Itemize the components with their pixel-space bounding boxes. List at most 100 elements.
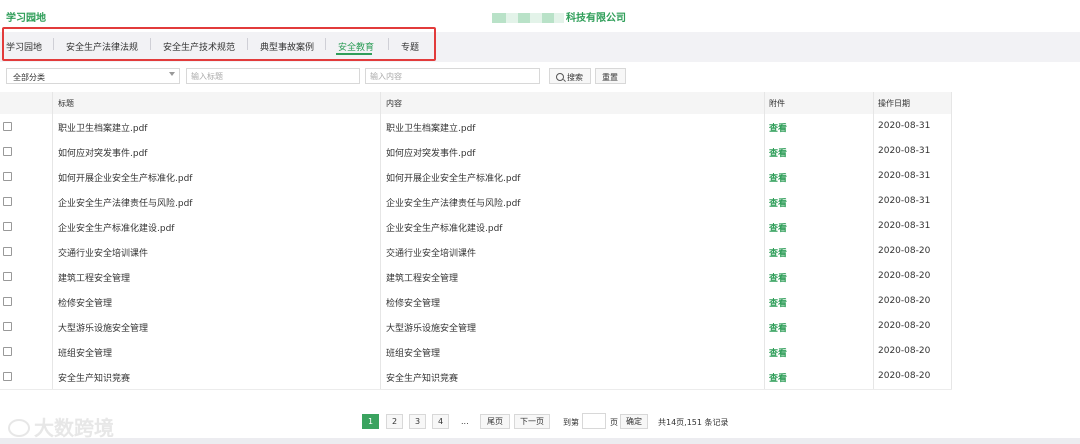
- column-divider: [380, 92, 381, 389]
- table-row[interactable]: 企业安全生产法律责任与风险.pdf 企业安全生产法律责任与风险.pdf 查看 2…: [0, 189, 952, 215]
- column-divider: [764, 92, 765, 389]
- row-checkbox[interactable]: [3, 122, 12, 131]
- tab-divider: [150, 38, 151, 50]
- table-row[interactable]: 交通行业安全培训课件 交通行业安全培训课件 查看 2020-08-20: [0, 239, 952, 265]
- page-button-4[interactable]: 4: [432, 414, 449, 429]
- goto-confirm-button[interactable]: 确定: [620, 414, 648, 429]
- view-attachment-link[interactable]: 查看: [769, 221, 787, 234]
- view-attachment-link[interactable]: 查看: [769, 196, 787, 209]
- page-button-2[interactable]: 2: [386, 414, 403, 429]
- row-date: 2020-08-31: [878, 221, 931, 231]
- watermark: 大数跨境: [8, 412, 148, 440]
- table-row[interactable]: 如何应对突发事件.pdf 如何应对突发事件.pdf 查看 2020-08-31: [0, 139, 952, 165]
- row-checkbox[interactable]: [3, 172, 12, 181]
- view-attachment-link[interactable]: 查看: [769, 271, 787, 284]
- table-row[interactable]: 职业卫生档案建立.pdf 职业卫生档案建立.pdf 查看 2020-08-31: [0, 114, 952, 140]
- row-checkbox[interactable]: [3, 297, 12, 306]
- table-row[interactable]: 企业安全生产标准化建设.pdf 企业安全生产标准化建设.pdf 查看 2020-…: [0, 214, 952, 240]
- row-content: 建筑工程安全管理: [386, 274, 459, 284]
- tab-topics[interactable]: 专题: [401, 40, 419, 53]
- pagination-summary: 共14页,151 条记录: [658, 418, 729, 427]
- view-attachment-link[interactable]: 查看: [769, 146, 787, 159]
- top-bar: 学习园地 科技有限公司: [0, 0, 1080, 32]
- table-header: 标题 内容 附件 操作日期: [0, 92, 952, 115]
- row-checkbox[interactable]: [3, 347, 12, 356]
- column-header-content[interactable]: 内容: [386, 98, 402, 109]
- search-button[interactable]: 搜索: [549, 68, 591, 84]
- table-row[interactable]: 安全生产知识竞赛 安全生产知识竞赛 查看 2020-08-20: [0, 364, 952, 390]
- tab-typical-accidents[interactable]: 典型事故案例: [260, 40, 314, 53]
- row-checkbox[interactable]: [3, 372, 12, 381]
- search-button-label: 搜索: [567, 73, 583, 82]
- view-attachment-link[interactable]: 查看: [769, 171, 787, 184]
- content-search-input[interactable]: [365, 68, 540, 84]
- row-checkbox[interactable]: [3, 222, 12, 231]
- table-row[interactable]: 检修安全管理 检修安全管理 查看 2020-08-20: [0, 289, 952, 315]
- row-title: 企业安全生产标准化建设.pdf: [58, 224, 175, 234]
- row-checkbox[interactable]: [3, 197, 12, 206]
- pagination-ellipsis: ...: [461, 417, 469, 426]
- category-select-value: 全部分类: [13, 73, 45, 82]
- title-search-input[interactable]: [186, 68, 360, 84]
- row-date: 2020-08-20: [878, 371, 931, 381]
- view-attachment-link[interactable]: 查看: [769, 321, 787, 334]
- column-header-attachment[interactable]: 附件: [769, 98, 785, 109]
- column-divider: [873, 92, 874, 389]
- category-select[interactable]: 全部分类: [6, 68, 180, 84]
- next-page-button[interactable]: 下一页: [514, 414, 550, 429]
- search-icon: [556, 73, 564, 81]
- column-divider: [951, 92, 952, 389]
- view-attachment-link[interactable]: 查看: [769, 371, 787, 384]
- view-attachment-link[interactable]: 查看: [769, 346, 787, 359]
- row-title: 职业卫生档案建立.pdf: [58, 124, 148, 134]
- row-content: 安全生产知识竞赛: [386, 374, 459, 384]
- view-attachment-link[interactable]: 查看: [769, 121, 787, 134]
- table-row[interactable]: 建筑工程安全管理 建筑工程安全管理 查看 2020-08-20: [0, 264, 952, 290]
- row-date: 2020-08-31: [878, 146, 931, 156]
- row-title: 建筑工程安全管理: [58, 274, 131, 284]
- row-date: 2020-08-20: [878, 321, 931, 331]
- row-checkbox[interactable]: [3, 272, 12, 281]
- row-date: 2020-08-20: [878, 271, 931, 281]
- row-checkbox[interactable]: [3, 147, 12, 156]
- bottom-divider: [0, 438, 1080, 444]
- row-content: 交通行业安全培训课件: [386, 249, 477, 259]
- row-title: 大型游乐设施安全管理: [58, 324, 149, 334]
- row-content: 职业卫生档案建立.pdf: [386, 124, 476, 134]
- goto-page-input[interactable]: [582, 413, 606, 429]
- row-title: 安全生产知识竞赛: [58, 374, 131, 384]
- row-checkbox[interactable]: [3, 247, 12, 256]
- tab-safety-education[interactable]: 安全教育: [338, 40, 374, 53]
- row-title: 企业安全生产法律责任与风险.pdf: [58, 199, 193, 209]
- row-checkbox[interactable]: [3, 322, 12, 331]
- page-button-1[interactable]: 1: [362, 414, 379, 429]
- tab-study-garden[interactable]: 学习园地: [6, 40, 42, 53]
- row-content: 企业安全生产标准化建设.pdf: [386, 224, 503, 234]
- row-content: 检修安全管理: [386, 299, 441, 309]
- table-row[interactable]: 大型游乐设施安全管理 大型游乐设施安全管理 查看 2020-08-20: [0, 314, 952, 340]
- redacted-company-name: [492, 13, 564, 23]
- row-date: 2020-08-31: [878, 196, 931, 206]
- row-date: 2020-08-20: [878, 296, 931, 306]
- table-row[interactable]: 班组安全管理 班组安全管理 查看 2020-08-20: [0, 339, 952, 365]
- column-header-date[interactable]: 操作日期: [878, 98, 910, 109]
- view-attachment-link[interactable]: 查看: [769, 296, 787, 309]
- tab-safety-tech-standards[interactable]: 安全生产技术规范: [163, 40, 235, 53]
- app-title: 学习园地: [6, 13, 46, 24]
- column-header-title[interactable]: 标题: [58, 98, 74, 109]
- reset-button[interactable]: 重置: [595, 68, 626, 84]
- table-row[interactable]: 如何开展企业安全生产标准化.pdf 如何开展企业安全生产标准化.pdf 查看 2…: [0, 164, 952, 190]
- row-date: 2020-08-31: [878, 171, 931, 181]
- row-date: 2020-08-31: [878, 121, 931, 131]
- row-title: 如何应对突发事件.pdf: [58, 149, 148, 159]
- view-attachment-link[interactable]: 查看: [769, 246, 787, 259]
- chevron-down-icon: [169, 72, 175, 76]
- row-title: 班组安全管理: [58, 349, 113, 359]
- row-content: 班组安全管理: [386, 349, 441, 359]
- tab-divider: [325, 38, 326, 50]
- row-title: 如何开展企业安全生产标准化.pdf: [58, 174, 193, 184]
- active-tab-indicator: [336, 53, 372, 55]
- tab-safety-laws[interactable]: 安全生产法律法规: [66, 40, 138, 53]
- last-page-button[interactable]: 尾页: [480, 414, 510, 429]
- page-button-3[interactable]: 3: [409, 414, 426, 429]
